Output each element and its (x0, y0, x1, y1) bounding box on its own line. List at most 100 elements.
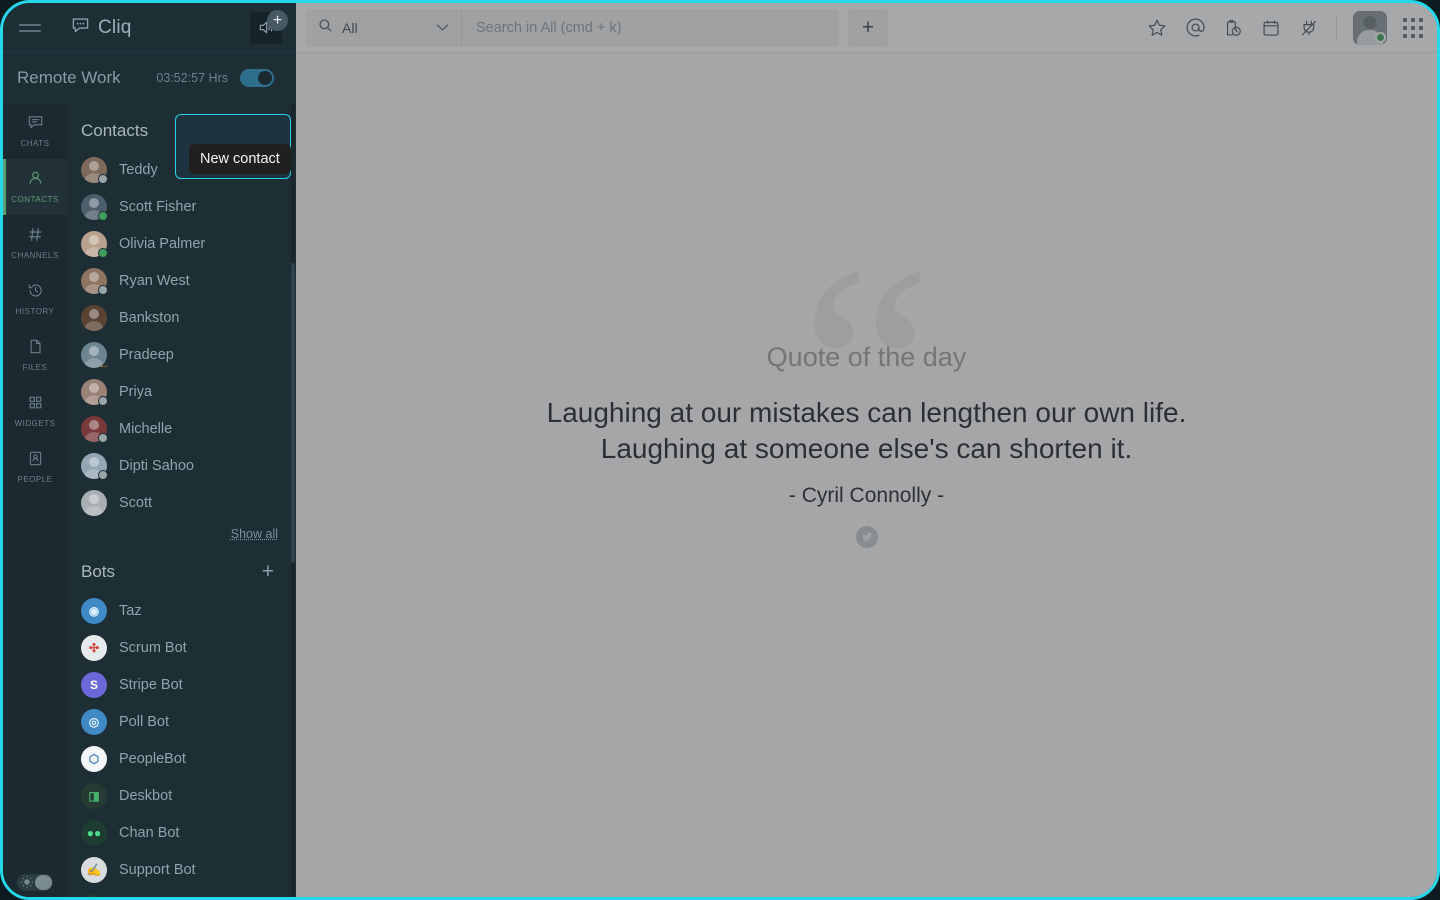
search-input[interactable] (476, 19, 825, 36)
calendar-icon[interactable] (1260, 17, 1282, 39)
sidebar-item-channels[interactable]: CHANNELS (3, 215, 67, 271)
bots-section-header: Bots + (67, 543, 296, 592)
bots-list: ◉ Taz ✣ Scrum Bot S Stripe Bot ◎ Poll Bot ⬡ Peopl… (67, 592, 296, 897)
widgets-icon (27, 394, 44, 416)
bot-name: PeopleBot (119, 750, 186, 767)
twitter-icon[interactable] (855, 526, 878, 549)
contact-row[interactable]: Scott Fisher (67, 188, 296, 225)
contact-row[interactable]: Ryan West (67, 262, 296, 299)
contact-row[interactable]: Scott (67, 484, 296, 521)
bot-name: Support Bot (119, 861, 196, 878)
quote-of-the-day-panel: “ Quote of the day Laughing at our mista… (296, 53, 1437, 897)
contact-name: Teddy (119, 161, 158, 178)
bot-name: Deskbot (119, 787, 173, 804)
avatar: ← (81, 341, 110, 370)
bot-row[interactable]: S Stripe Bot (67, 666, 296, 703)
bot-name: Taz (119, 602, 142, 619)
sidebar-item-label: CHANNELS (11, 251, 59, 260)
contact-row[interactable]: Olivia Palmer (67, 225, 296, 262)
bot-avatar: ✣ (81, 634, 107, 661)
show-all-contacts-link[interactable]: Show all (67, 521, 296, 543)
bot-avatar: ●● (81, 893, 107, 897)
bot-row[interactable]: ◨ Deskbot (67, 777, 296, 814)
sidebar-item-history[interactable]: HISTORY (3, 271, 67, 327)
bot-row[interactable]: ⬡ PeopleBot (67, 740, 296, 777)
bot-row[interactable]: ✣ Scrum Bot (67, 629, 296, 666)
search-scope-label: All (342, 19, 358, 36)
bot-avatar: ◉ (81, 597, 107, 624)
status-badge (1375, 31, 1386, 43)
contact-row[interactable]: ← Pradeep (67, 336, 296, 373)
sidebar-item-label: CHATS (20, 139, 50, 148)
sidebar-item-people[interactable]: PEOPLE (3, 439, 67, 495)
contact-row[interactable]: Dipti Sahoo (67, 447, 296, 484)
plug-icon[interactable] (1298, 17, 1320, 39)
bot-name: Scrum Bot (119, 639, 187, 656)
sidebar-item-widgets[interactable]: WIDGETS (3, 383, 67, 439)
sidebar-item-contacts[interactable]: CONTACTS (3, 159, 67, 215)
bot-row[interactable]: ◉ Taz (67, 592, 296, 629)
bot-row[interactable]: ●● Chan Bot (67, 814, 296, 851)
contact-row[interactable]: Priya (67, 373, 296, 410)
brand-name: Cliq (98, 16, 132, 38)
chevron-down-icon (436, 19, 449, 37)
section-title: Contacts (81, 121, 149, 140)
status-bar: Remote Work 03:52:57 Hrs (3, 53, 296, 103)
sidebar-scrollbar[interactable] (291, 103, 295, 897)
quote-text: Laughing at our mistakes can lengthen ou… (546, 396, 1187, 464)
contact-name: Priya (119, 383, 153, 400)
theme-toggle[interactable] (17, 874, 53, 891)
contact-name: Dipti Sahoo (119, 457, 194, 474)
bot-row[interactable]: ◎ Poll Bot (67, 703, 296, 740)
search-field-wrap (461, 8, 839, 47)
sidebar-item-label: WIDGETS (14, 419, 56, 428)
avatar[interactable] (1353, 10, 1387, 45)
status-toggle[interactable] (240, 68, 274, 87)
presence-indicator (98, 469, 108, 480)
left-panel: Cliq Remote Work 03:52:57 Hrs CHATS CONT… (3, 3, 296, 897)
sun-icon (20, 875, 34, 894)
bot-avatar: ●● (81, 819, 107, 846)
reminder-icon[interactable] (1222, 17, 1244, 39)
mention-icon[interactable] (1184, 17, 1206, 39)
star-icon[interactable] (1146, 17, 1168, 39)
file-icon (27, 338, 44, 360)
search-scope-dropdown[interactable]: All (306, 8, 461, 47)
new-chat-button[interactable]: + (848, 8, 888, 47)
main-content: All + (296, 3, 1437, 897)
top-bar: All + (296, 3, 1437, 53)
bot-row[interactable]: ●●My bot (67, 888, 296, 897)
hamburger-icon[interactable] (19, 23, 41, 32)
contact-row[interactable]: Michelle (67, 410, 296, 447)
section-title: Bots (81, 561, 116, 581)
apps-grid-icon[interactable] (1403, 17, 1423, 38)
contact-row[interactable]: Bankston (67, 299, 296, 336)
contacts-list: Teddy Scott Fisher Olivia Palmer Ryan West B… (67, 151, 296, 521)
bot-row[interactable]: ✍ Support Bot (67, 851, 296, 888)
presence-indicator (98, 173, 108, 184)
contact-name: Scott Fisher (119, 198, 197, 215)
avatar (81, 452, 108, 480)
sidebar-item-files[interactable]: FILES (3, 327, 67, 383)
sidebar-item-label: CONTACTS (11, 195, 59, 204)
people-icon (27, 450, 44, 472)
sidebar-item-label: PEOPLE (17, 475, 53, 484)
sidebar-item-chats[interactable]: CHATS (3, 103, 67, 159)
chat-icon (27, 114, 44, 136)
contact-name: Pradeep (119, 346, 174, 363)
person-icon (27, 170, 44, 192)
contact-name: Ryan West (119, 272, 190, 289)
avatar (81, 489, 107, 516)
bot-name: Stripe Bot (119, 676, 183, 693)
search-group: All + (306, 8, 888, 47)
status-timer: 03:52:57 Hrs (156, 70, 228, 85)
sidebar-item-label: HISTORY (15, 307, 55, 316)
icon-rail: CHATS CONTACTS CHANNELS HISTORY FILES WI… (3, 103, 67, 897)
add-contact-button[interactable]: + (267, 10, 288, 31)
logo-bar: Cliq (3, 3, 296, 53)
presence-indicator (98, 432, 108, 443)
quote-label: Quote of the day (766, 341, 967, 372)
bot-avatar: ◎ (81, 708, 107, 735)
bot-avatar: ⬡ (81, 745, 107, 772)
add-bot-button[interactable]: + (262, 561, 274, 582)
